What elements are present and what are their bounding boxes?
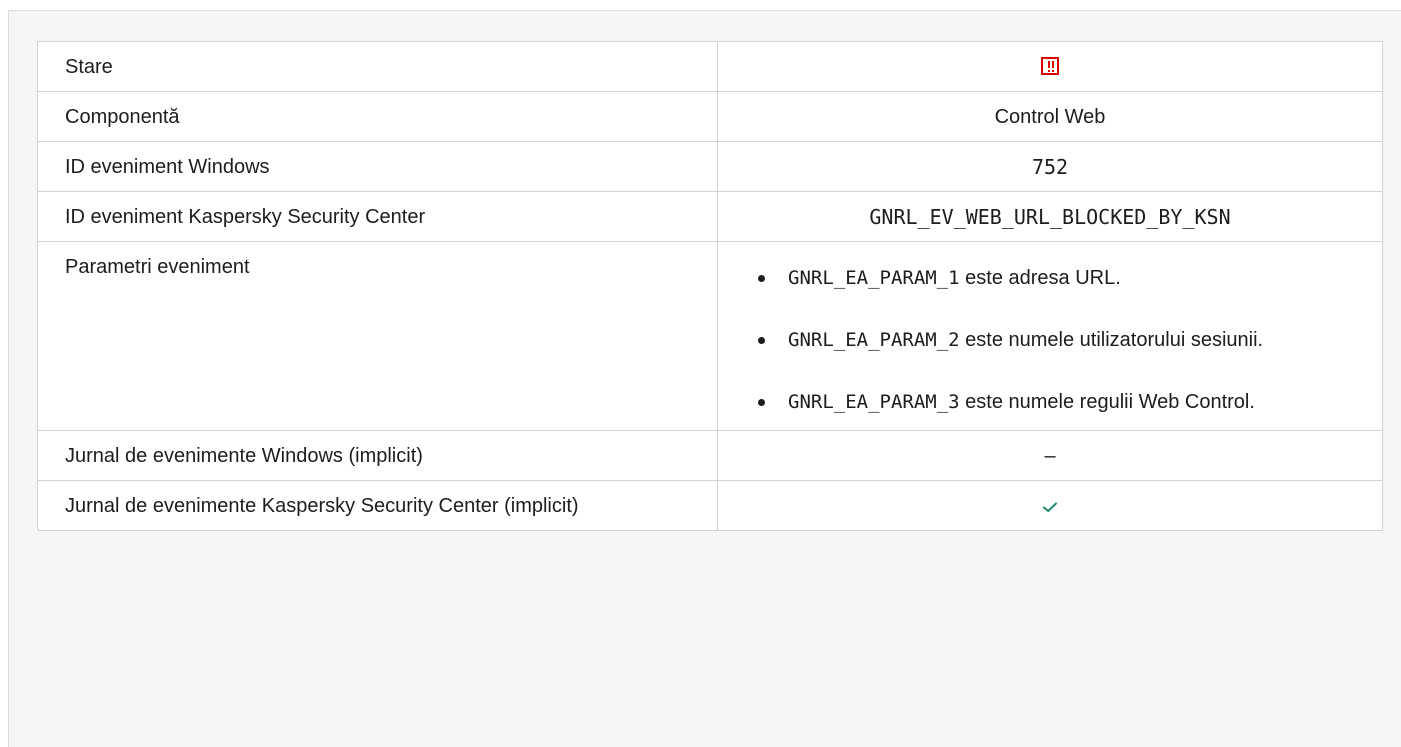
row-label: Componentă [37,91,718,142]
table-row: Stare [37,41,1383,92]
table-row: Parametri eveniment GNRL_EA_PARAM_1 este… [37,241,1383,431]
table-row: ID eveniment Kaspersky Security Center G… [37,191,1383,242]
row-value: 752 [717,141,1383,192]
param-description: este adresa URL. [959,267,1121,289]
param-code: GNRL_EA_PARAM_1 [788,267,960,289]
table-row: Jurnal de evenimente Kaspersky Security … [37,480,1383,531]
row-value: Control Web [717,91,1383,142]
row-label: Stare [37,41,718,92]
param-description: este numele utilizatorului sesiunii. [959,329,1264,351]
param-list-item: GNRL_EA_PARAM_2 este numele utilizatorul… [758,322,1352,358]
param-code: GNRL_EA_PARAM_2 [788,329,960,351]
content-panel: Stare Componentă Control Web ID evenimen… [8,10,1401,747]
event-info-table: Stare Componentă Control Web ID evenimen… [37,41,1383,531]
param-list-item: GNRL_EA_PARAM_1 este adresa URL. [758,260,1352,296]
row-value: GNRL_EV_WEB_URL_BLOCKED_BY_KSN [717,191,1383,242]
row-label: ID eveniment Kaspersky Security Center [37,191,718,242]
param-description: este numele regulii Web Control. [959,391,1255,413]
table-row: Componentă Control Web [37,91,1383,142]
row-label: Jurnal de evenimente Kaspersky Security … [37,480,718,531]
row-label: Parametri eveniment [37,241,718,431]
param-code: GNRL_EA_PARAM_3 [788,391,960,413]
param-list: GNRL_EA_PARAM_1 este adresa URL. GNRL_EA… [758,260,1352,420]
row-value [717,41,1383,92]
table-row: ID eveniment Windows 752 [37,141,1383,192]
warning-square-icon [1041,56,1059,75]
checkmark-icon [1043,502,1057,512]
row-label: ID eveniment Windows [37,141,718,192]
param-list-item: GNRL_EA_PARAM_3 este numele regulii Web … [758,384,1352,420]
event-params-cell: GNRL_EA_PARAM_1 este adresa URL. GNRL_EA… [717,241,1383,431]
table-row: Jurnal de evenimente Windows (implicit) … [37,430,1383,481]
row-label: Jurnal de evenimente Windows (implicit) [37,430,718,481]
row-value [717,480,1383,531]
row-value: – [717,430,1383,481]
